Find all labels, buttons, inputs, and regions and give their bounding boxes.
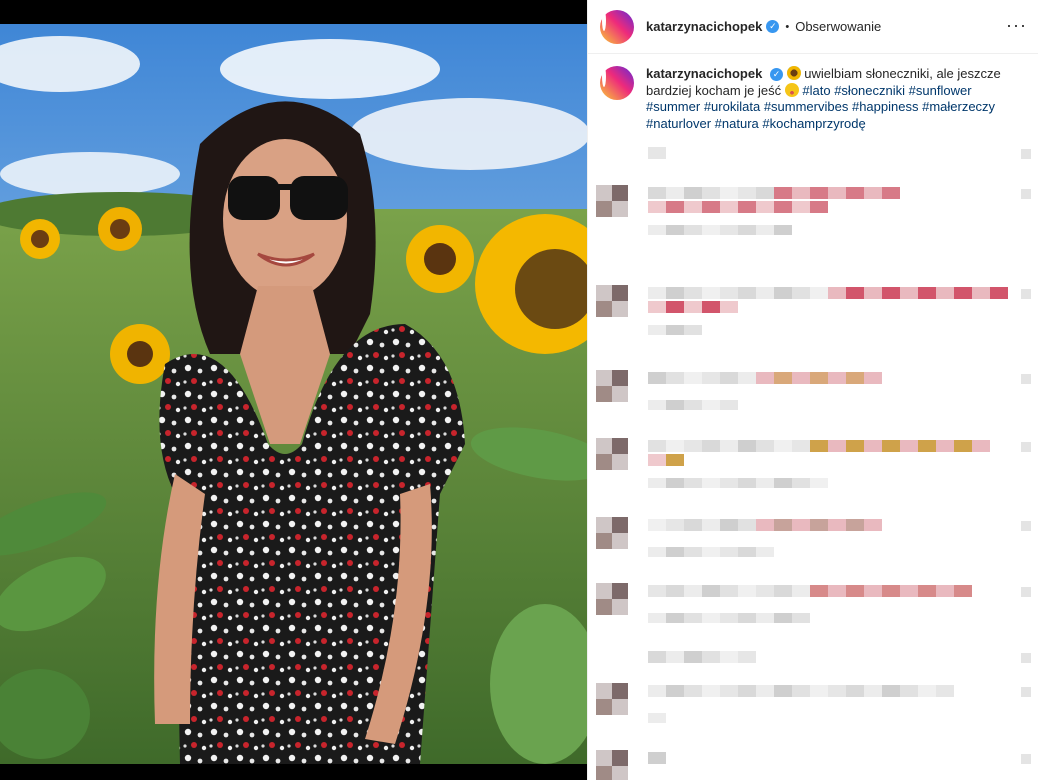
- hashtag[interactable]: #summer: [646, 99, 700, 114]
- hashtag[interactable]: #happiness: [852, 99, 919, 114]
- more-options-icon[interactable]: ···: [1006, 15, 1027, 35]
- yum-face-emoji-icon: [784, 82, 799, 97]
- caption-username[interactable]: katarzynacichopek: [646, 66, 762, 81]
- follow-status-button[interactable]: Obserwowanie: [795, 19, 881, 34]
- hashtag[interactable]: #lato: [802, 83, 830, 98]
- author-username[interactable]: katarzynacichopek: [646, 19, 762, 34]
- post-caption: katarzynacichopek ✓ uwielbiam słonecznik…: [600, 66, 1030, 132]
- instagram-post-modal: katarzynacichopek ✓ • Obserwowanie ··· k…: [0, 0, 1038, 780]
- verified-badge-icon: ✓: [766, 20, 780, 33]
- verified-badge-icon: ✓: [769, 68, 783, 82]
- post-header: katarzynacichopek ✓ • Obserwowanie ···: [588, 0, 1038, 54]
- caption-text: katarzynacichopek ✓ uwielbiam słonecznik…: [646, 66, 1024, 132]
- avatar[interactable]: [600, 9, 634, 44]
- hashtag[interactable]: #słoneczniki: [834, 83, 905, 98]
- hashtag[interactable]: #małerzeczy: [922, 99, 995, 114]
- hashtag[interactable]: #summervibes: [764, 99, 849, 114]
- hashtag[interactable]: #kochamprzyrodę: [762, 116, 865, 131]
- hashtag[interactable]: #sunflower: [909, 83, 972, 98]
- sunflower-emoji-icon: [786, 66, 801, 80]
- post-photo[interactable]: [0, 24, 587, 764]
- hashtag[interactable]: #urokilata: [704, 99, 760, 114]
- hashtag[interactable]: #natura: [715, 116, 759, 131]
- caption-avatar[interactable]: [600, 66, 634, 100]
- hashtag[interactable]: #naturlover: [646, 116, 711, 131]
- post-photo-panel: [0, 0, 587, 780]
- post-sidebar: katarzynacichopek ✓ • Obserwowanie ··· k…: [587, 0, 1038, 780]
- separator-dot: •: [785, 20, 790, 33]
